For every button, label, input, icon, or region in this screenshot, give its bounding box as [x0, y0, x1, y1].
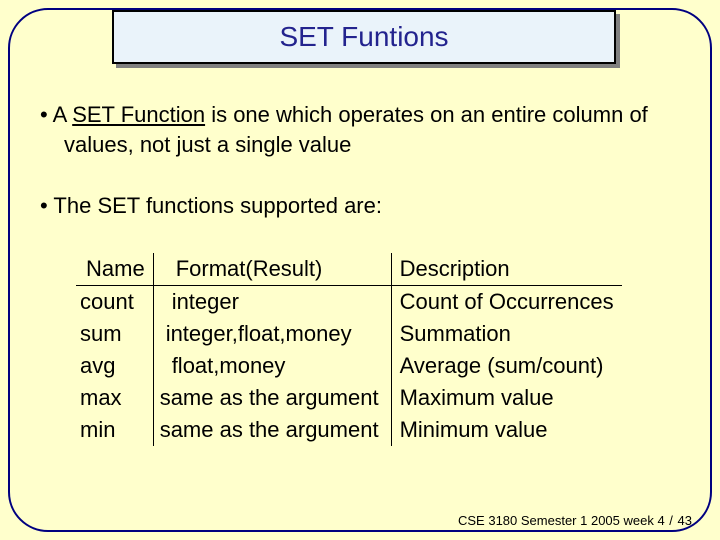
functions-table: Name Format(Result) Description count in…	[76, 253, 680, 446]
th-desc: Description	[391, 253, 621, 286]
cell-desc: Maximum value	[391, 382, 621, 414]
bullet-2: The SET functions supported are:	[40, 191, 680, 221]
th-name: Name	[76, 253, 153, 286]
table-header-row: Name Format(Result) Description	[76, 253, 622, 286]
cell-name: count	[76, 286, 153, 319]
cell-name: sum	[76, 318, 153, 350]
table-row: sum integer,float,money Summation	[76, 318, 622, 350]
cell-desc: Summation	[391, 318, 621, 350]
bullet-1-pre: A	[53, 102, 73, 127]
content-area: A SET Function is one which operates on …	[40, 100, 680, 446]
footer-page: 43	[678, 513, 692, 528]
cell-format: same as the argument	[153, 414, 391, 446]
bullet-1-underline: SET Function	[72, 102, 205, 127]
cell-name: max	[76, 382, 153, 414]
cell-format: integer,float,money	[153, 318, 391, 350]
cell-desc: Count of Occurrences	[391, 286, 621, 319]
slide-footer: CSE 3180 Semester 1 2005 week 4 / 43	[458, 513, 692, 528]
footer-course: CSE 3180 Semester 1 2005 week 4	[458, 513, 665, 528]
table-row: avg float,money Average (sum/count)	[76, 350, 622, 382]
slide: SET Funtions A SET Function is one which…	[0, 0, 720, 540]
table-row: min same as the argument Minimum value	[76, 414, 622, 446]
title-box: SET Funtions	[112, 10, 616, 64]
th-format: Format(Result)	[153, 253, 391, 286]
cell-name: avg	[76, 350, 153, 382]
table-row: max same as the argument Maximum value	[76, 382, 622, 414]
footer-separator: /	[665, 513, 678, 528]
slide-title: SET Funtions	[279, 21, 448, 53]
cell-format: float,money	[153, 350, 391, 382]
cell-format: integer	[153, 286, 391, 319]
cell-desc: Average (sum/count)	[391, 350, 621, 382]
cell-desc: Minimum value	[391, 414, 621, 446]
cell-name: min	[76, 414, 153, 446]
bullet-1: A SET Function is one which operates on …	[40, 100, 680, 159]
table-row: count integer Count of Occurrences	[76, 286, 622, 319]
cell-format: same as the argument	[153, 382, 391, 414]
